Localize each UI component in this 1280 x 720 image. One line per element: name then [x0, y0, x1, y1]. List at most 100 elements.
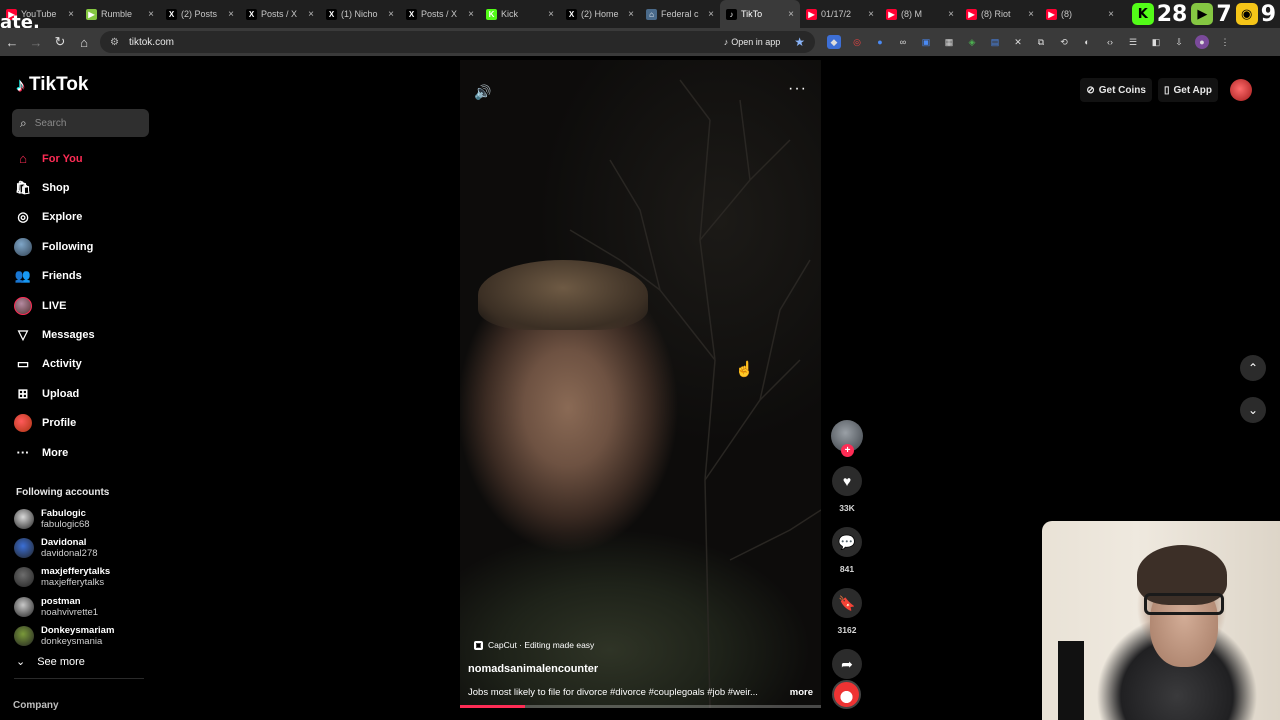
sidebar-item-shop[interactable]: 🛍 Shop: [14, 173, 154, 202]
browser-tab[interactable]: ▶ (8) Riot ×: [960, 0, 1040, 28]
extensions-puzzle-icon[interactable]: ⧉: [1034, 35, 1048, 49]
browser-menu-icon[interactable]: ⋮: [1218, 35, 1232, 49]
downloads-icon[interactable]: ⇩: [1172, 35, 1186, 49]
like-action[interactable]: ♥ 33K: [830, 466, 864, 513]
tab-close-icon[interactable]: ×: [148, 9, 154, 20]
following-account-item[interactable]: Davidonal davidonal278: [14, 533, 154, 562]
next-video-button[interactable]: ⌄: [1240, 397, 1266, 423]
tab-favicon-icon: ▶: [1046, 8, 1057, 20]
overlay-stat: ◉ 9: [1235, 2, 1276, 27]
forward-icon[interactable]: →: [24, 30, 48, 54]
following-account-item[interactable]: maxjefferytalks maxjefferytalks: [14, 563, 154, 592]
browser-tab[interactable]: X (1) Nicho ×: [320, 0, 400, 28]
follow-plus-icon[interactable]: +: [841, 444, 854, 457]
home-browser-icon[interactable]: ⌂: [72, 30, 96, 54]
extension-blue-square-icon[interactable]: ▤: [988, 35, 1002, 49]
reload-icon[interactable]: ↻: [48, 30, 72, 54]
share-icon[interactable]: ➦: [832, 649, 862, 679]
music-disc-icon[interactable]: [832, 680, 861, 709]
back-icon[interactable]: ←: [0, 30, 24, 54]
tab-close-icon[interactable]: ×: [708, 9, 714, 20]
side-panel-icon[interactable]: ◧: [1149, 35, 1163, 49]
comment-count: 841: [839, 564, 855, 574]
following-account-item[interactable]: Donkeysmariam donkeysmania: [14, 622, 154, 651]
url-text[interactable]: tiktok.com: [129, 37, 724, 48]
tab-close-icon[interactable]: ×: [788, 9, 794, 20]
extension-ring-icon[interactable]: ◎: [850, 35, 864, 49]
tab-close-icon[interactable]: ×: [468, 9, 474, 20]
browser-tab[interactable]: ⌂ Federal c ×: [640, 0, 720, 28]
tab-close-icon[interactable]: ×: [948, 9, 954, 20]
caption-more-link[interactable]: more: [790, 687, 813, 698]
browser-tab[interactable]: ♪ TikTo ×: [720, 0, 800, 28]
extension-grid-icon[interactable]: ▦: [942, 35, 956, 49]
browser-tab[interactable]: ▶ (8) M ×: [880, 0, 960, 28]
devtools-icon[interactable]: ‹›: [1103, 35, 1117, 49]
video-progress-bar[interactable]: [460, 705, 821, 708]
tab-close-icon[interactable]: ×: [308, 9, 314, 20]
extension-shield-icon[interactable]: ◆: [827, 35, 841, 49]
browser-tab[interactable]: ▶ 01/17/2 ×: [800, 0, 880, 28]
tab-close-icon[interactable]: ×: [1108, 9, 1114, 20]
bookmark-star-icon[interactable]: ★: [794, 35, 805, 49]
tab-close-icon[interactable]: ×: [548, 9, 554, 20]
url-field[interactable]: ⚙ tiktok.com ♪ Open in app ★: [100, 31, 815, 53]
tab-close-icon[interactable]: ×: [228, 9, 234, 20]
tab-close-icon[interactable]: ×: [868, 9, 874, 20]
upload-icon: ⊞: [17, 385, 29, 401]
user-avatar[interactable]: [1230, 79, 1252, 101]
tab-close-icon[interactable]: ×: [68, 9, 74, 20]
sidebar-item-live[interactable]: LIVE: [14, 291, 154, 320]
video-author[interactable]: nomadsanimalencounter: [468, 663, 598, 675]
sidebar-item-messages[interactable]: ▽ Messages: [14, 320, 154, 349]
sidebar-item-explore[interactable]: ◎ Explore: [14, 203, 154, 232]
tab-close-icon[interactable]: ×: [1028, 9, 1034, 20]
get-coins-button[interactable]: ⊘ Get Coins: [1080, 78, 1152, 102]
video-more-icon[interactable]: ···: [788, 80, 807, 98]
bookmark-icon[interactable]: 🔖: [832, 588, 862, 618]
comment-icon[interactable]: 💬: [832, 527, 862, 557]
volume-icon[interactable]: 🔊: [474, 84, 491, 101]
extension-blue-dot-icon[interactable]: ●: [873, 35, 887, 49]
sidebar-item-for-you[interactable]: ⌂ For You: [14, 144, 154, 173]
video-player[interactable]: 🔊 ··· ▣ CapCut · Editing made easy nomad…: [460, 60, 821, 708]
site-settings-icon[interactable]: ⚙: [110, 37, 119, 48]
sidebar-item-following[interactable]: Following: [14, 232, 154, 261]
previous-video-button[interactable]: ⌃: [1240, 355, 1266, 381]
sidebar-item-profile[interactable]: Profile: [14, 409, 154, 438]
extension-green-icon[interactable]: ◈: [965, 35, 979, 49]
save-action[interactable]: 🔖 3162: [830, 588, 864, 635]
extension-window-icon[interactable]: ▣: [919, 35, 933, 49]
open-in-app-button[interactable]: ♪ Open in app: [724, 37, 781, 47]
tab-close-icon[interactable]: ×: [628, 9, 634, 20]
following-account-item[interactable]: Fabulogic fabulogic68: [14, 504, 154, 533]
profile-browser-icon[interactable]: ●: [1195, 35, 1209, 49]
following-account-item[interactable]: postman noahvivrette1: [14, 592, 154, 621]
extension-glasses-icon[interactable]: ∞: [896, 35, 910, 49]
tiktok-logo[interactable]: ♪ TikTok: [16, 74, 88, 96]
browser-tab[interactable]: ▶ Rumble ×: [80, 0, 160, 28]
company-link[interactable]: Company: [13, 700, 59, 711]
extension-cross-icon[interactable]: ✕: [1011, 35, 1025, 49]
creator-avatar[interactable]: +: [831, 420, 863, 457]
get-app-button[interactable]: ▯ Get App: [1157, 78, 1218, 102]
history-icon[interactable]: ⟲: [1057, 35, 1071, 49]
sidebar-item-friends[interactable]: 👥 Friends: [14, 262, 154, 291]
heart-icon[interactable]: ♥: [832, 466, 862, 496]
extension-lens-icon[interactable]: ◐: [1080, 35, 1094, 49]
comment-action[interactable]: 💬 841: [830, 527, 864, 574]
extension-icons: ◆ ◎ ● ∞ ▣ ▦ ◈ ▤ ✕ ⧉ ⟲ ◐ ‹› ☰ ◧ ⇩ ● ⋮: [827, 35, 1232, 49]
search-input[interactable]: ⌕ Search: [12, 109, 149, 137]
sidebar-item-upload[interactable]: ⊞ Upload: [14, 379, 154, 408]
tab-close-icon[interactable]: ×: [388, 9, 394, 20]
browser-tab[interactable]: X Posts / X ×: [400, 0, 480, 28]
see-more-button[interactable]: ⌄ See more: [16, 655, 85, 669]
reading-list-icon[interactable]: ☰: [1126, 35, 1140, 49]
browser-tab[interactable]: K Kick ×: [480, 0, 560, 28]
sidebar-item-more[interactable]: ··· More: [14, 438, 154, 467]
browser-tab[interactable]: X (2) Posts ×: [160, 0, 240, 28]
browser-tab[interactable]: X Posts / X ×: [240, 0, 320, 28]
sidebar-item-activity[interactable]: ▭ Activity: [14, 350, 154, 379]
browser-tab[interactable]: X (2) Home ×: [560, 0, 640, 28]
browser-tab[interactable]: ▶ (8) ×: [1040, 0, 1120, 28]
